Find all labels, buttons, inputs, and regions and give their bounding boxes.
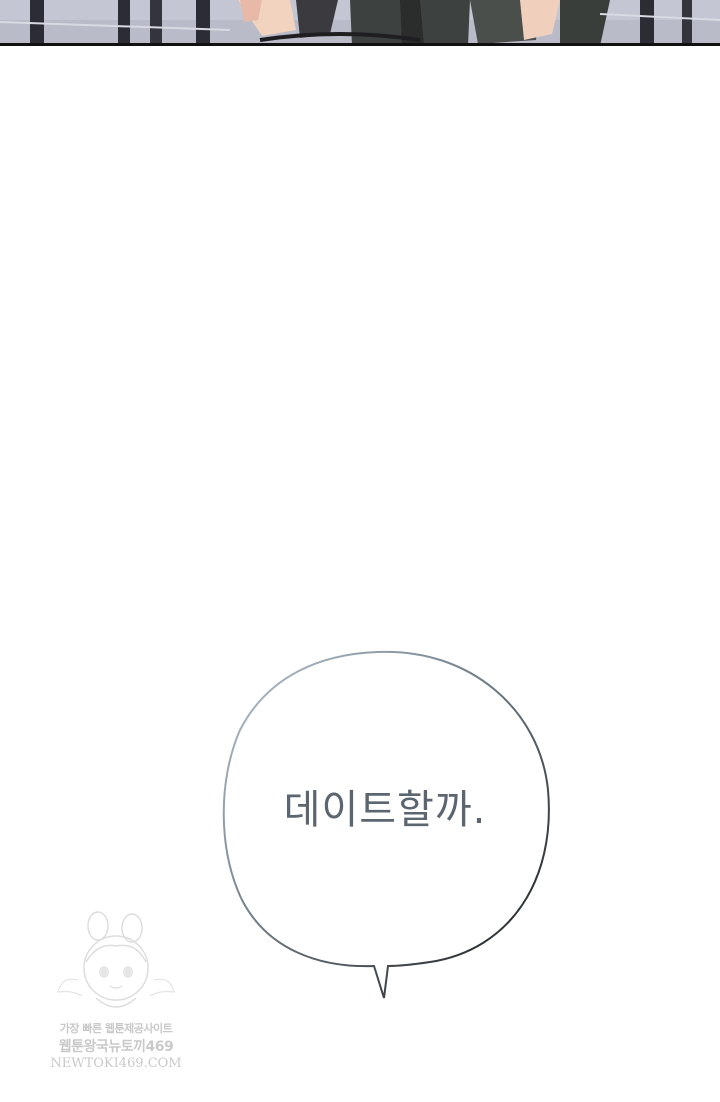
mascot-logo	[57, 911, 175, 1008]
site-watermark: 가장 빠른 웹툰제공사이트 웹툰왕국뉴토끼469 NEWTOKI469.COM	[48, 906, 184, 1078]
watermark-brand: 웹툰왕국뉴토끼469	[58, 1039, 174, 1055]
watermark-url: NEWTOKI469.COM	[50, 1056, 182, 1071]
speech-bubble-text: 데이트할까.	[283, 787, 487, 833]
watermark-tagline: 가장 빠른 웹툰제공사이트	[59, 1022, 173, 1035]
